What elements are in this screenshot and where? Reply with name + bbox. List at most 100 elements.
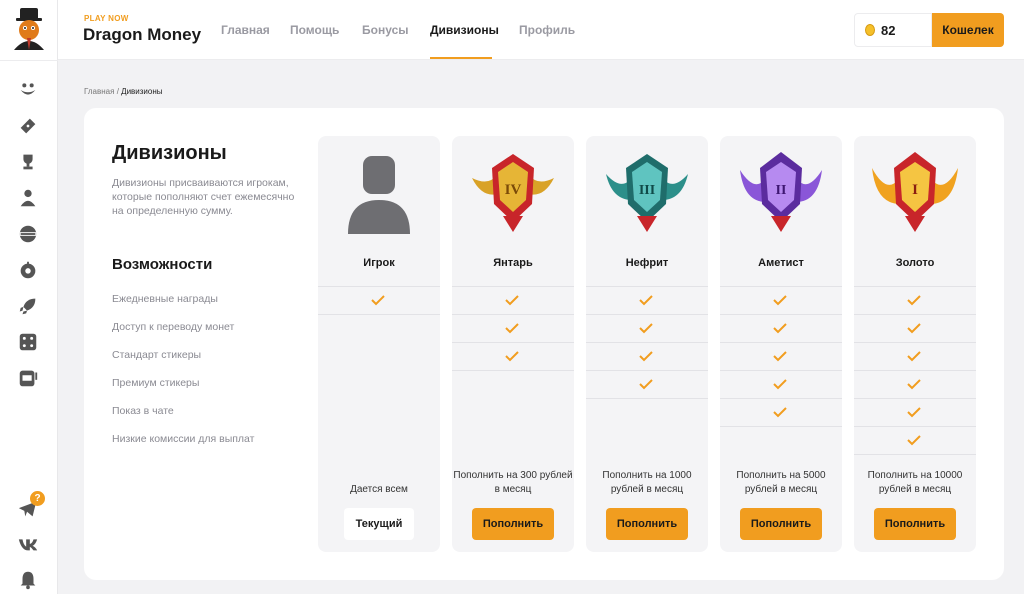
notification-badge: ? <box>30 491 45 506</box>
check-icon <box>773 323 787 334</box>
brand-name[interactable]: Dragon Money <box>83 25 201 45</box>
sidebar-divider <box>0 60 58 61</box>
check-icon <box>907 323 921 334</box>
row-divider <box>586 286 708 287</box>
check-icon <box>505 323 519 334</box>
row-divider <box>452 342 574 343</box>
wheel-icon[interactable] <box>16 258 40 282</box>
check-icon <box>505 351 519 362</box>
nav-divisions[interactable]: Дивизионы <box>430 23 499 37</box>
division-requirement: Пополнить на 5000 рублей в месяц <box>736 470 826 495</box>
check-icon <box>773 379 787 390</box>
balance-display: 82 <box>854 13 932 47</box>
feature-label: Показ в чате <box>112 405 174 417</box>
smile-icon[interactable] <box>16 78 40 102</box>
row-divider <box>854 342 976 343</box>
ticket-icon[interactable] <box>16 114 40 138</box>
division-requirement: Пополнить на 10000 рублей в месяц <box>867 470 963 495</box>
rank-numeral: III <box>639 183 655 198</box>
wallet-button[interactable]: Кошелек <box>932 13 1004 47</box>
row-divider <box>854 286 976 287</box>
division-name: Аметист <box>758 257 804 269</box>
feature-label: Премиум стикеры <box>112 377 200 389</box>
row-divider <box>854 426 976 427</box>
gold-emblem-icon: I <box>870 150 960 236</box>
features-title: Возможности <box>112 256 213 273</box>
jade-emblem-icon: III <box>602 150 692 236</box>
amethyst-emblem-icon: II <box>736 150 826 236</box>
breadcrumb-home[interactable]: Главная <box>84 87 114 96</box>
top-header: PLAY NOW Dragon Money Главная Помощь Бон… <box>58 0 1024 60</box>
rocket-icon[interactable] <box>16 294 40 318</box>
feature-label: Доступ к переводу монет <box>112 321 235 333</box>
row-divider <box>586 398 708 399</box>
check-icon <box>773 407 787 418</box>
jackpot-icon[interactable] <box>16 222 40 246</box>
row-divider <box>720 286 842 287</box>
row-divider <box>318 286 440 287</box>
check-icon <box>907 351 921 362</box>
row-divider <box>720 314 842 315</box>
nav-bonuses[interactable]: Бонусы <box>362 23 409 37</box>
row-divider <box>720 342 842 343</box>
divisions-card: Дивизионы Дивизионы присваиваются игрока… <box>84 108 1004 580</box>
check-icon <box>639 323 653 334</box>
check-icon <box>639 351 653 362</box>
top-up-button[interactable]: Пополнить <box>740 508 822 540</box>
vk-icon[interactable] <box>16 532 40 556</box>
divisions-description: Дивизионы присваиваются игрокам, которые… <box>112 177 295 217</box>
row-divider <box>586 370 708 371</box>
user-avatar-icon <box>334 150 424 236</box>
page-title: Дивизионы <box>112 142 227 164</box>
top-up-button[interactable]: Пополнить <box>606 508 688 540</box>
rank-numeral: IV <box>505 182 522 198</box>
trophy-icon[interactable] <box>16 150 40 174</box>
division-requirement: Дается всем <box>350 484 408 495</box>
nav-profile[interactable]: Профиль <box>519 23 575 37</box>
division-column-amethyst: II Аметист Пополнить на 5000 рублей в ме… <box>720 136 842 552</box>
breadcrumb-separator: / <box>116 87 119 96</box>
current-division-button[interactable]: Текущий <box>344 508 414 540</box>
row-divider <box>452 314 574 315</box>
slot-machine-icon[interactable] <box>16 366 40 390</box>
division-name: Игрок <box>363 257 395 269</box>
row-divider <box>452 370 574 371</box>
division-name: Янтарь <box>493 257 533 269</box>
dice-icon[interactable] <box>16 330 40 354</box>
active-tab-indicator <box>430 57 492 59</box>
nav-help[interactable]: Помощь <box>290 23 339 37</box>
check-icon <box>907 295 921 306</box>
division-name: Нефрит <box>625 257 669 269</box>
row-divider <box>854 314 976 315</box>
row-divider <box>318 314 440 315</box>
division-name: Золото <box>895 257 935 269</box>
feature-label: Низкие комиссии для выплат <box>112 433 255 445</box>
division-column-gold: I Золото Пополнить на 10000 рублей в мес… <box>854 136 976 552</box>
division-requirement: Пополнить на 300 рублей в месяц <box>453 470 573 495</box>
row-divider <box>452 286 574 287</box>
brand-tagline: PLAY NOW <box>84 14 129 23</box>
top-up-button[interactable]: Пополнить <box>472 508 554 540</box>
nav-home[interactable]: Главная <box>221 23 270 37</box>
check-icon <box>505 295 519 306</box>
division-column-player: Игрок Дается всем Текущий <box>318 136 440 552</box>
check-icon <box>639 379 653 390</box>
division-column-amber: IV Янтарь Пополнить на 300 рублей в меся… <box>452 136 574 552</box>
user-icon[interactable] <box>16 186 40 210</box>
row-divider <box>720 426 842 427</box>
check-icon <box>773 295 787 306</box>
rank-numeral: I <box>912 182 918 198</box>
row-divider <box>720 398 842 399</box>
row-divider <box>854 398 976 399</box>
check-icon <box>907 435 921 446</box>
dragon-logo-icon[interactable] <box>6 6 52 52</box>
row-divider <box>854 454 976 455</box>
breadcrumb: Главная / Дивизионы <box>84 87 163 96</box>
balance-value: 82 <box>881 22 896 38</box>
bell-icon[interactable] <box>16 568 40 592</box>
check-icon <box>639 295 653 306</box>
top-up-button[interactable]: Пополнить <box>874 508 956 540</box>
row-divider <box>720 370 842 371</box>
check-icon <box>907 379 921 390</box>
rank-numeral: II <box>776 183 787 198</box>
